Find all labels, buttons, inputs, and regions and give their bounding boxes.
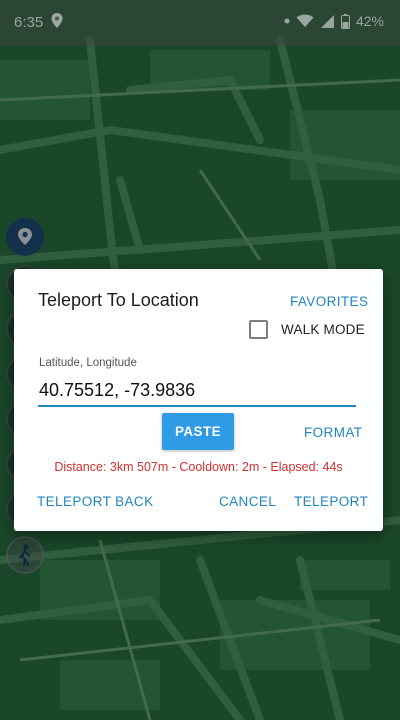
walk-mode-label[interactable]: WALK MODE: [281, 322, 365, 337]
paste-button[interactable]: PASTE: [162, 413, 234, 450]
wifi-icon: [296, 14, 314, 27]
dialog-title: Teleport To Location: [38, 290, 199, 310]
notification-dot-icon: [284, 18, 290, 24]
cancel-button[interactable]: CANCEL: [219, 494, 276, 509]
teleport-back-button[interactable]: TELEPORT BACK: [37, 494, 154, 509]
teleport-button[interactable]: TELEPORT: [294, 494, 368, 509]
distance-cooldown-status: Distance: 3km 507m - Cooldown: 2m - Elap…: [54, 460, 343, 474]
coordinates-input[interactable]: [38, 377, 356, 407]
location-pin-icon: [51, 13, 63, 28]
battery-percent: 42%: [355, 13, 384, 29]
teleport-dialog: Teleport To Location FAVORITES WALK MODE…: [14, 269, 383, 531]
signal-icon: [320, 14, 334, 28]
status-bar: 6:35 42%: [0, 0, 400, 46]
format-button[interactable]: FORMAT: [304, 425, 362, 440]
favorites-button[interactable]: FAVORITES: [290, 294, 368, 309]
coordinates-label: Latitude, Longitude: [39, 357, 137, 369]
walk-mode-checkbox[interactable]: [249, 320, 268, 339]
status-time: 6:35: [14, 14, 44, 31]
battery-icon: [340, 13, 350, 29]
